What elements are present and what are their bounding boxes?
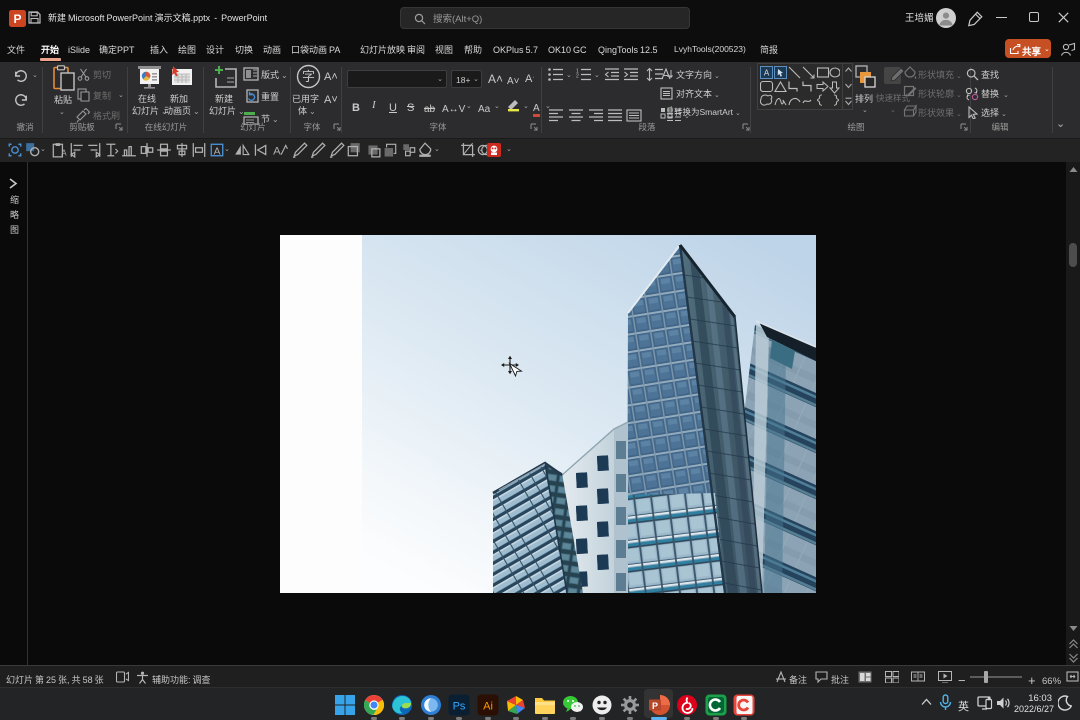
svg-text:字: 字 xyxy=(302,66,315,85)
svg-text:Ps: Ps xyxy=(453,701,466,713)
svg-text:A: A xyxy=(764,69,770,78)
svg-text:P: P xyxy=(651,701,657,711)
svg-text:P: P xyxy=(13,12,21,26)
svg-text:A: A xyxy=(61,148,67,158)
svg-text:A: A xyxy=(214,143,221,158)
svg-text:Ai: Ai xyxy=(483,701,493,713)
svg-text:2: 2 xyxy=(576,74,579,80)
svg-text:A: A xyxy=(273,143,281,158)
